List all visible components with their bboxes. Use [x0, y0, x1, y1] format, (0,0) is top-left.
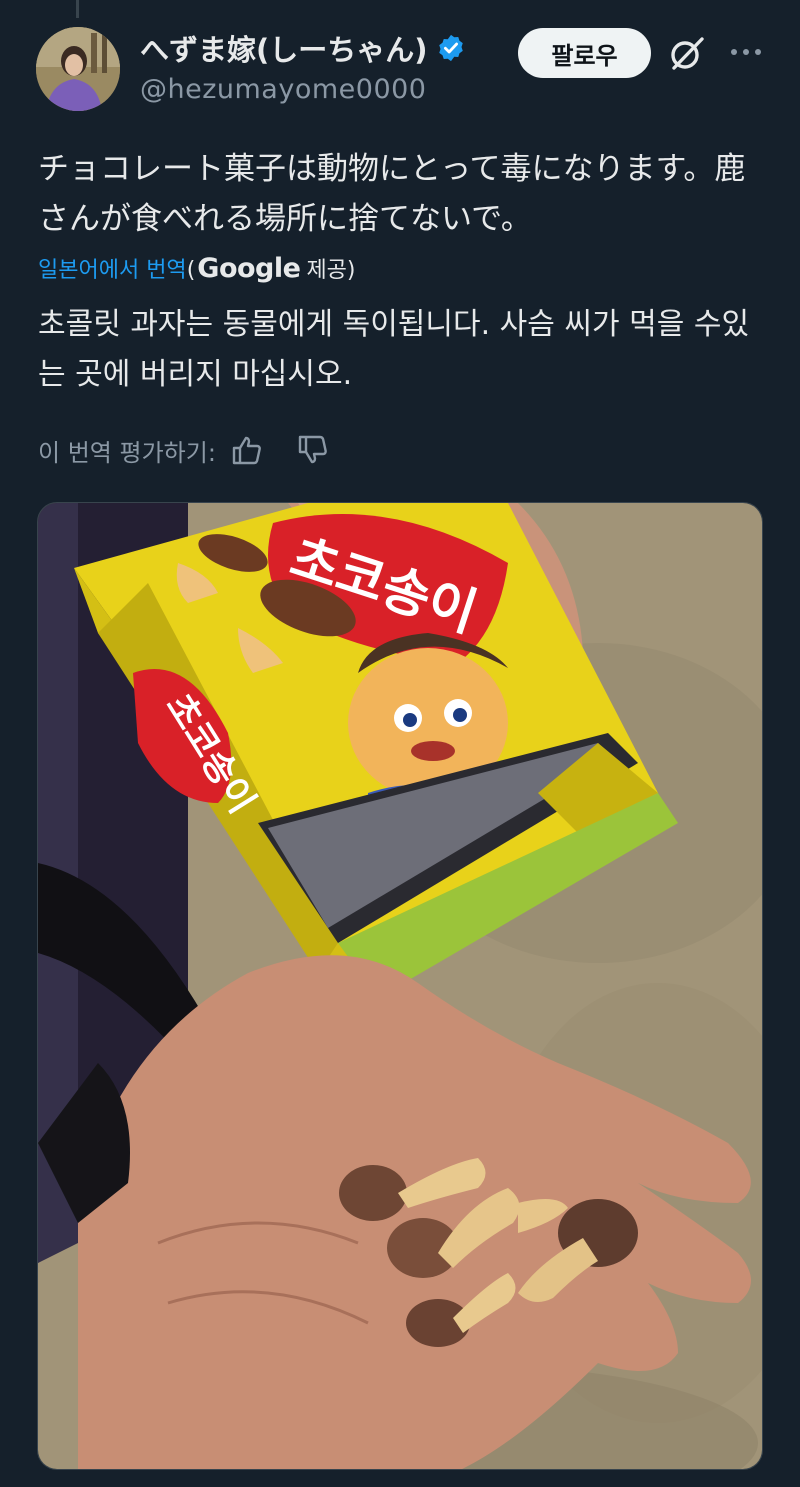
photo-hand-holding-snack-box: 초코송이 초코송이: [38, 503, 762, 1469]
rate-translation-row: 이 번역 평가하기:: [38, 432, 330, 468]
more-options-icon[interactable]: [728, 38, 764, 66]
thumbs-down-icon[interactable]: [296, 434, 330, 466]
grok-icon[interactable]: [668, 35, 706, 73]
avatar-image: [36, 27, 120, 111]
avatar[interactable]: [36, 27, 120, 111]
thread-connector-line: [76, 0, 79, 18]
author-name-row[interactable]: へずま嫁(しーちゃん): [140, 28, 466, 68]
thumbs-up-icon[interactable]: [230, 434, 264, 466]
author-handle[interactable]: @hezumayome0000: [140, 74, 426, 105]
follow-button[interactable]: 팔로우: [518, 28, 651, 78]
tweet-text: チョコレート菓子は動物にとって毒になります。鹿さんが食べれる場所に捨てないで。: [38, 151, 746, 237]
rate-translation-label: 이 번역 평가하기:: [38, 438, 216, 467]
translated-tweet-text: 초콜릿 과자는 동물에게 독이됩니다. 사슴 씨가 먹을 수있는 곳에 버리지 …: [38, 307, 750, 392]
translation-attribution: 일본어에서 번역 ( Google 제공): [38, 252, 356, 288]
author-display-name[interactable]: へずま嫁(しーちゃん): [140, 27, 428, 69]
provided-by-label: 제공): [306, 258, 356, 283]
tweet-photo[interactable]: 초코송이 초코송이: [37, 502, 763, 1470]
open-paren: (: [186, 258, 196, 283]
verified-badge-icon: [438, 34, 463, 62]
google-logo: Google: [197, 253, 301, 284]
translated-from-link[interactable]: 일본어에서 번역: [38, 252, 187, 284]
